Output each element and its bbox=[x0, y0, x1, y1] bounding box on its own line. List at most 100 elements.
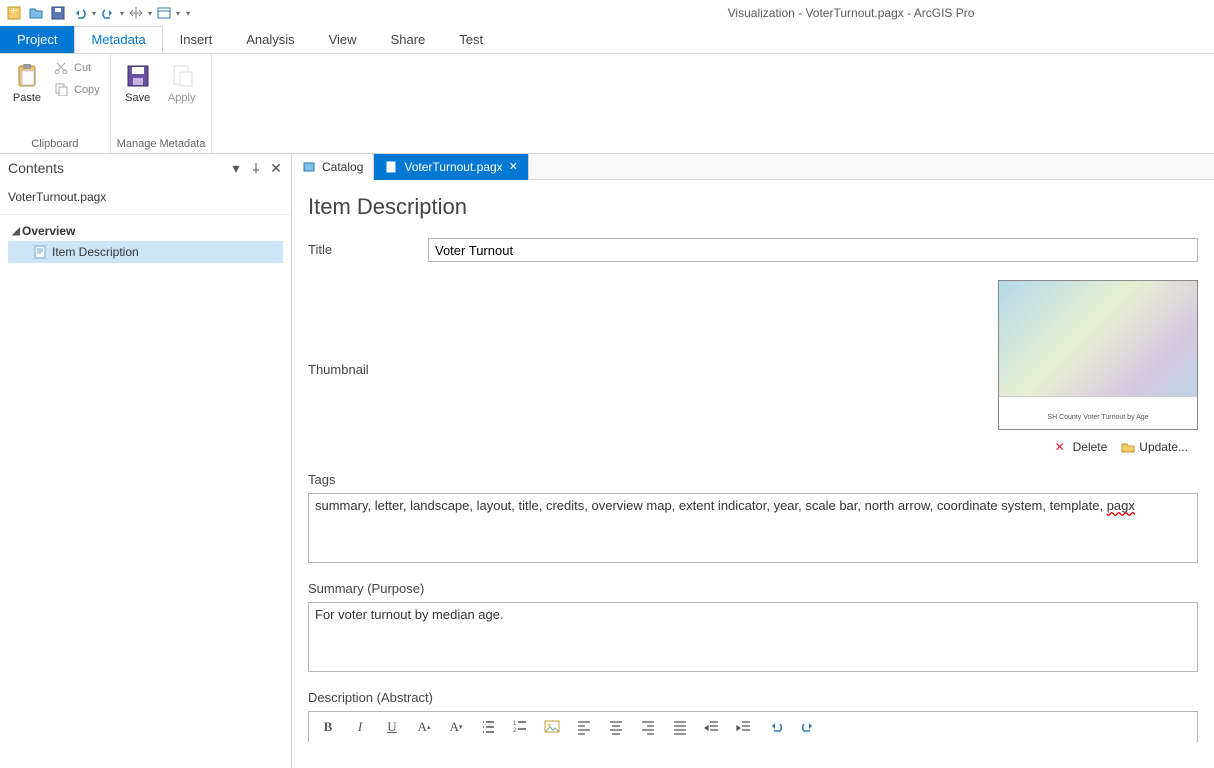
view-tabs: Catalog VoterTurnout.pagx ✕ bbox=[292, 154, 1214, 180]
explore-icon[interactable] bbox=[154, 3, 174, 23]
new-project-icon[interactable] bbox=[4, 3, 24, 23]
apply-icon bbox=[166, 60, 198, 92]
bullet-list-button[interactable] bbox=[479, 718, 497, 736]
delete-icon: ✕ bbox=[1055, 440, 1069, 454]
tab-test[interactable]: Test bbox=[442, 26, 500, 53]
collapse-arrow-icon: ◢ bbox=[10, 226, 22, 237]
qat-customize-icon[interactable]: ▾ bbox=[186, 9, 190, 18]
view-tab-file[interactable]: VoterTurnout.pagx ✕ bbox=[374, 154, 529, 180]
contents-pane-title: Contents bbox=[8, 160, 64, 176]
copy-button[interactable]: Copy bbox=[50, 80, 104, 100]
open-project-icon[interactable] bbox=[26, 3, 46, 23]
contents-pane-header: Contents ▾ ✕ bbox=[0, 154, 291, 182]
tags-input[interactable]: summary, letter, landscape, layout, titl… bbox=[308, 493, 1198, 563]
summary-text: For voter turnout by median age. bbox=[315, 607, 504, 622]
field-thumbnail-row: Thumbnail SH County Voter Turnout by Age… bbox=[308, 280, 1198, 454]
save-icon bbox=[122, 60, 154, 92]
description-label: Description (Abstract) bbox=[308, 690, 1198, 705]
ribbon-group-manage-metadata: Save Apply Manage Metadata bbox=[111, 54, 213, 153]
ribbon-body: Paste Cut Copy Clipboard Save bbox=[0, 54, 1214, 154]
title-label: Title bbox=[308, 238, 428, 257]
paste-label: Paste bbox=[13, 92, 41, 104]
explore-dropdown-icon[interactable]: ▾ bbox=[176, 9, 180, 18]
tags-label: Tags bbox=[308, 472, 1198, 487]
cut-label: Cut bbox=[74, 62, 91, 74]
align-center-button[interactable] bbox=[607, 718, 625, 736]
ribbon-tabs: Project Metadata Insert Analysis View Sh… bbox=[0, 26, 1214, 54]
bold-button[interactable]: B bbox=[319, 718, 337, 736]
redo-dropdown-icon[interactable]: ▾ bbox=[120, 9, 124, 18]
title-input[interactable] bbox=[428, 238, 1198, 262]
tab-project[interactable]: Project bbox=[0, 26, 74, 53]
summary-label: Summary (Purpose) bbox=[308, 581, 1198, 596]
tree-overview-label: Overview bbox=[22, 224, 75, 238]
paste-button[interactable]: Paste bbox=[6, 58, 48, 106]
save-project-icon[interactable] bbox=[48, 3, 68, 23]
insert-image-button[interactable] bbox=[543, 718, 561, 736]
file-tab-label: VoterTurnout.pagx bbox=[404, 160, 502, 174]
thumbnail-update-button[interactable]: Update... bbox=[1121, 440, 1188, 454]
thumbnail-image: SH County Voter Turnout by Age bbox=[998, 280, 1198, 430]
tab-view[interactable]: View bbox=[312, 26, 374, 53]
apply-button[interactable]: Apply bbox=[161, 58, 203, 106]
pan-dropdown-icon[interactable]: ▾ bbox=[148, 9, 152, 18]
tab-share[interactable]: Share bbox=[374, 26, 443, 53]
form-page-title: Item Description bbox=[308, 194, 1198, 220]
field-title-row: Title bbox=[308, 238, 1198, 262]
pane-pin-icon[interactable] bbox=[249, 161, 263, 175]
apply-label: Apply bbox=[168, 92, 196, 104]
undo-rt-button[interactable] bbox=[767, 718, 785, 736]
svg-text:2: 2 bbox=[513, 728, 517, 734]
tab-analysis[interactable]: Analysis bbox=[229, 26, 311, 53]
manage-group-label: Manage Metadata bbox=[117, 135, 206, 153]
redo-rt-button[interactable] bbox=[799, 718, 817, 736]
redo-icon[interactable] bbox=[98, 3, 118, 23]
tab-close-icon[interactable]: ✕ bbox=[509, 160, 518, 173]
clipboard-group-label: Clipboard bbox=[6, 135, 104, 153]
font-shrink-button[interactable]: A▾ bbox=[447, 718, 465, 736]
summary-input[interactable]: For voter turnout by median age. bbox=[308, 602, 1198, 672]
indent-button[interactable] bbox=[735, 718, 753, 736]
view-tab-catalog[interactable]: Catalog bbox=[292, 154, 374, 180]
thumbnail-delete-button[interactable]: ✕ Delete bbox=[1055, 440, 1108, 454]
view-area: Catalog VoterTurnout.pagx ✕ Item Descrip… bbox=[292, 154, 1214, 768]
contents-tree: ◢ Overview Item Description bbox=[0, 215, 291, 269]
thumbnail-caption: SH County Voter Turnout by Age bbox=[1034, 414, 1162, 421]
pan-icon[interactable] bbox=[126, 3, 146, 23]
justify-button[interactable] bbox=[671, 718, 689, 736]
contents-pane: Contents ▾ ✕ VoterTurnout.pagx ◢ Overvie… bbox=[0, 154, 292, 768]
italic-button[interactable]: I bbox=[351, 718, 369, 736]
window-title: Visualization - VoterTurnout.pagx - ArcG… bbox=[192, 6, 1210, 20]
catalog-icon bbox=[302, 160, 316, 174]
save-button[interactable]: Save bbox=[117, 58, 159, 106]
outdent-button[interactable] bbox=[703, 718, 721, 736]
folder-icon bbox=[1121, 440, 1135, 454]
ribbon-group-clipboard: Paste Cut Copy Clipboard bbox=[0, 54, 111, 153]
richtext-toolbar: B I U A▴ A▾ 12 bbox=[308, 711, 1198, 742]
undo-icon[interactable] bbox=[70, 3, 90, 23]
undo-dropdown-icon[interactable]: ▾ bbox=[92, 9, 96, 18]
pane-menu-icon[interactable]: ▾ bbox=[229, 161, 243, 175]
underline-button[interactable]: U bbox=[383, 718, 401, 736]
numbered-list-button[interactable]: 12 bbox=[511, 718, 529, 736]
svg-text:1: 1 bbox=[513, 721, 517, 727]
cut-button[interactable]: Cut bbox=[50, 58, 104, 78]
delete-label: Delete bbox=[1073, 440, 1108, 454]
copy-icon bbox=[54, 82, 70, 98]
tree-overview[interactable]: ◢ Overview bbox=[8, 221, 283, 241]
tags-text: summary, letter, landscape, layout, titl… bbox=[315, 498, 1107, 513]
align-right-button[interactable] bbox=[639, 718, 657, 736]
copy-label: Copy bbox=[74, 84, 100, 96]
align-left-button[interactable] bbox=[575, 718, 593, 736]
tab-insert[interactable]: Insert bbox=[163, 26, 230, 53]
metadata-form: Item Description Title Thumbnail SH Coun… bbox=[292, 180, 1214, 768]
pagx-file-icon bbox=[384, 160, 398, 174]
tree-item-description[interactable]: Item Description bbox=[8, 241, 283, 263]
pane-close-icon[interactable]: ✕ bbox=[269, 161, 283, 175]
update-label: Update... bbox=[1139, 440, 1188, 454]
tree-item-description-label: Item Description bbox=[52, 245, 139, 259]
catalog-tab-label: Catalog bbox=[322, 160, 363, 174]
font-grow-button[interactable]: A▴ bbox=[415, 718, 433, 736]
tab-metadata[interactable]: Metadata bbox=[74, 26, 162, 53]
thumbnail-label: Thumbnail bbox=[308, 358, 428, 377]
